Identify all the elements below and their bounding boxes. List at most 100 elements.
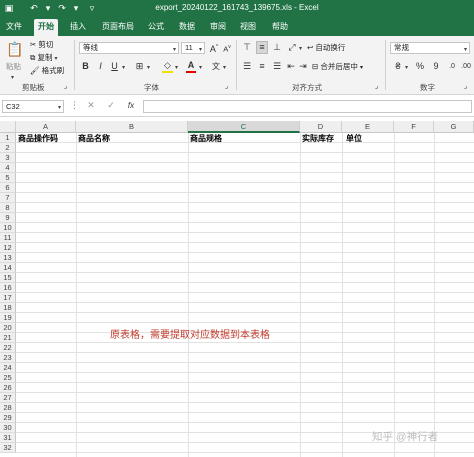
row-header[interactable]: 28 bbox=[0, 403, 16, 413]
cancel-icon[interactable]: ✕ bbox=[86, 100, 96, 111]
decrease-decimal-icon[interactable]: .00 bbox=[460, 61, 472, 72]
row-header[interactable]: 1 bbox=[0, 133, 16, 143]
tab-page-layout[interactable]: 页面布局 bbox=[98, 19, 138, 36]
font-launcher-icon[interactable]: ⌟ bbox=[225, 81, 228, 92]
cut-button[interactable]: ✂ 剪切 bbox=[30, 40, 53, 50]
align-top-icon[interactable]: ⊤ bbox=[241, 42, 253, 53]
row-header[interactable]: 16 bbox=[0, 283, 16, 293]
row-header[interactable]: 8 bbox=[0, 203, 16, 213]
row-header[interactable]: 27 bbox=[0, 393, 16, 403]
row-header[interactable]: 32 bbox=[0, 443, 16, 453]
increase-indent-icon[interactable]: ⇥ bbox=[298, 61, 308, 72]
column-header-b[interactable]: B bbox=[76, 121, 188, 133]
tab-help[interactable]: 帮助 bbox=[268, 19, 292, 36]
column-header-d[interactable]: D bbox=[300, 121, 342, 133]
paste-dropdown-icon[interactable]: ▾ bbox=[11, 74, 14, 81]
comma-style-button[interactable]: 9 bbox=[430, 61, 442, 72]
row-header[interactable]: 31 bbox=[0, 433, 16, 443]
tab-formulas[interactable]: 公式 bbox=[144, 19, 168, 36]
accounting-format-icon[interactable]: ₴ bbox=[392, 61, 404, 72]
row-header[interactable]: 23 bbox=[0, 353, 16, 363]
tab-view[interactable]: 视图 bbox=[236, 19, 260, 36]
number-launcher-icon[interactable]: ⌟ bbox=[464, 81, 467, 92]
column-header-g[interactable]: G bbox=[434, 121, 474, 133]
wrap-text-button[interactable]: ↩ 自动换行 bbox=[307, 43, 345, 53]
enter-icon[interactable]: ✓ bbox=[106, 100, 116, 111]
more-options-icon[interactable]: ⋮ bbox=[70, 100, 79, 111]
cell-a1[interactable]: 商品操作码 bbox=[16, 134, 58, 144]
fill-color-icon[interactable]: ◇ bbox=[162, 60, 173, 73]
row-header[interactable]: 18 bbox=[0, 303, 16, 313]
align-center-icon[interactable]: ≡ bbox=[256, 61, 268, 72]
row-header[interactable]: 4 bbox=[0, 163, 16, 173]
row-header[interactable]: 13 bbox=[0, 253, 16, 263]
select-all-corner[interactable] bbox=[0, 121, 16, 133]
column-header-a[interactable]: A bbox=[16, 121, 76, 133]
column-header-f[interactable]: F bbox=[394, 121, 434, 133]
align-middle-icon[interactable]: ≡ bbox=[256, 41, 268, 54]
font-size-select[interactable]: 11 ▾ bbox=[181, 42, 205, 54]
row-header[interactable]: 12 bbox=[0, 243, 16, 253]
tab-review[interactable]: 审阅 bbox=[206, 19, 230, 36]
align-right-icon[interactable]: ☰ bbox=[271, 61, 283, 72]
underline-dropdown-icon[interactable]: ▾ bbox=[122, 64, 125, 71]
number-format-select[interactable]: 常规 ▾ bbox=[390, 42, 470, 54]
align-bottom-icon[interactable]: ⊥ bbox=[271, 42, 283, 53]
tab-home[interactable]: 开始 bbox=[34, 19, 58, 36]
cell-c1[interactable]: 商品规格 bbox=[188, 134, 222, 144]
row-header[interactable]: 22 bbox=[0, 343, 16, 353]
accounting-dropdown-icon[interactable]: ▾ bbox=[405, 64, 408, 71]
format-painter-button[interactable]: 🖌 格式刷 bbox=[30, 66, 64, 76]
row-header[interactable]: 15 bbox=[0, 273, 16, 283]
tab-data[interactable]: 数据 bbox=[175, 19, 199, 36]
orientation-dropdown-icon[interactable]: ▾ bbox=[299, 45, 302, 52]
grow-font-button[interactable]: A^ bbox=[209, 42, 219, 55]
borders-dropdown-icon[interactable]: ▾ bbox=[147, 64, 150, 71]
row-header[interactable]: 5 bbox=[0, 173, 16, 183]
italic-button[interactable]: I bbox=[96, 61, 105, 72]
spreadsheet-grid[interactable]: A B C D E F G 1 2 3 4 5 6 7 8 9 10 11 12 13 14 15 16 17 1… bbox=[0, 121, 474, 457]
formula-input[interactable] bbox=[143, 100, 472, 113]
column-header-e[interactable]: E bbox=[342, 121, 394, 133]
borders-icon[interactable]: ⊞ bbox=[134, 61, 145, 72]
merge-center-button[interactable]: ⊟ 合并后居中 ▾ bbox=[312, 62, 363, 73]
decrease-indent-icon[interactable]: ⇤ bbox=[286, 61, 296, 72]
underline-button[interactable]: U bbox=[110, 61, 119, 72]
clipboard-launcher-icon[interactable]: ⌟ bbox=[64, 81, 67, 92]
text-orientation-icon[interactable]: ⤢ bbox=[286, 42, 298, 53]
percent-style-button[interactable]: % bbox=[414, 61, 426, 72]
insert-function-icon[interactable]: fx bbox=[124, 100, 138, 111]
copy-dropdown-icon[interactable]: ▾ bbox=[55, 56, 58, 62]
name-box[interactable]: C32 ▾ bbox=[2, 100, 64, 113]
tab-insert[interactable]: 插入 bbox=[66, 19, 90, 36]
alignment-launcher-icon[interactable]: ⌟ bbox=[375, 81, 378, 92]
shrink-font-button[interactable]: Av bbox=[222, 42, 232, 55]
row-header[interactable]: 3 bbox=[0, 153, 16, 163]
paste-button[interactable]: 📋 粘贴 bbox=[4, 40, 24, 76]
cell-b1[interactable]: 商品名称 bbox=[76, 134, 110, 144]
row-header[interactable]: 26 bbox=[0, 383, 16, 393]
row-header[interactable]: 25 bbox=[0, 373, 16, 383]
cell-d1[interactable]: 实际库存 bbox=[300, 134, 334, 144]
column-header-c[interactable]: C bbox=[188, 121, 300, 133]
phonetic-guide-icon[interactable]: 文 bbox=[210, 61, 222, 72]
row-header[interactable]: 17 bbox=[0, 293, 16, 303]
row-header[interactable]: 20 bbox=[0, 323, 16, 333]
copy-button[interactable]: ⧉ 复制 ▾ bbox=[30, 53, 58, 64]
increase-decimal-icon[interactable]: .0 bbox=[446, 61, 458, 72]
cell-e1[interactable]: 单位 bbox=[344, 134, 362, 144]
row-header[interactable]: 10 bbox=[0, 223, 16, 233]
align-left-icon[interactable]: ☰ bbox=[241, 61, 253, 72]
tab-file[interactable]: 文件 bbox=[2, 19, 26, 36]
row-header[interactable]: 30 bbox=[0, 423, 16, 433]
phonetic-dropdown-icon[interactable]: ▾ bbox=[223, 64, 226, 71]
bold-button[interactable]: B bbox=[81, 61, 90, 72]
row-header[interactable]: 14 bbox=[0, 263, 16, 273]
row-header[interactable]: 24 bbox=[0, 363, 16, 373]
row-header[interactable]: 19 bbox=[0, 313, 16, 323]
row-header[interactable]: 21 bbox=[0, 333, 16, 343]
row-header[interactable]: 11 bbox=[0, 233, 16, 243]
row-header[interactable]: 6 bbox=[0, 183, 16, 193]
row-header[interactable]: 7 bbox=[0, 193, 16, 203]
row-header[interactable]: 2 bbox=[0, 143, 16, 153]
